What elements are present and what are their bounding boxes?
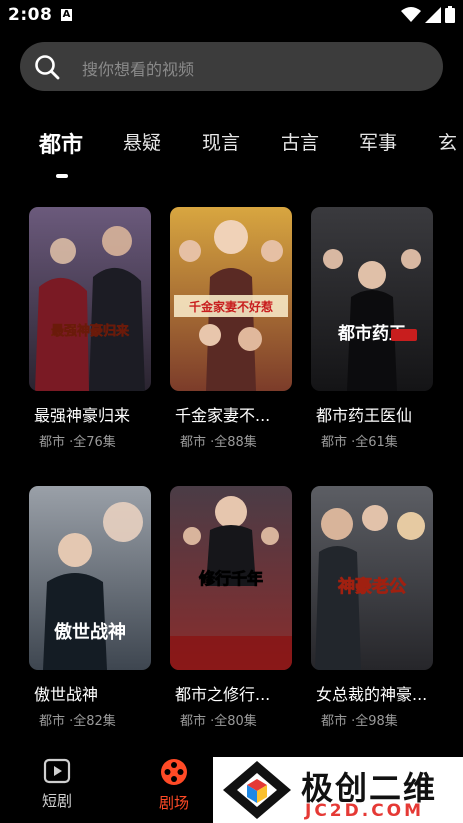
drama-poster[interactable]: 最强神豪归来: [29, 207, 151, 391]
drama-card[interactable]: 修行千年 都市之修行... 都市 ·全80集: [170, 486, 292, 729]
tab-junshi[interactable]: 军事: [359, 128, 397, 155]
play-square-icon: [43, 758, 71, 784]
drama-poster[interactable]: 千金家妻不好惹: [170, 207, 292, 391]
poster-title: 最强神豪归来: [51, 323, 130, 339]
drama-card[interactable]: 千金家妻不好惹 千金家妻不... 都市 ·全88集: [170, 207, 292, 450]
watermark-logo-icon: [223, 761, 291, 819]
search-placeholder: 搜你想看的视频: [82, 60, 195, 79]
drama-meta: 都市 ·全88集: [180, 435, 257, 450]
poster-title: 千金家妻不好惹: [189, 299, 273, 314]
poster-title: 傲世战神: [54, 621, 126, 643]
tab-xianyan[interactable]: 现言: [202, 128, 240, 155]
signal-icon: [425, 6, 441, 23]
watermark-url: JC2D.COM: [305, 801, 425, 821]
tab-xuanyi[interactable]: 悬疑: [123, 128, 161, 155]
drama-meta: 都市 ·全82集: [39, 714, 116, 729]
drama-meta: 都市 ·全98集: [321, 714, 398, 729]
drama-title[interactable]: 女总裁的神豪...: [316, 681, 427, 705]
drama-title[interactable]: 傲世战神: [34, 681, 98, 705]
drama-poster[interactable]: 神豪老公: [311, 486, 433, 670]
drama-poster[interactable]: 都市药王: [311, 207, 433, 391]
drama-title[interactable]: 都市之修行...: [175, 681, 270, 705]
poster-title: 修行千年: [198, 569, 263, 588]
category-tabs: 都市 悬疑 现言 古言 军事 玄: [0, 128, 463, 188]
tab-dushi[interactable]: 都市: [39, 128, 83, 159]
drama-card[interactable]: 神豪老公 女总裁的神豪... 都市 ·全98集: [311, 486, 433, 729]
status-icons: [401, 6, 455, 23]
search-icon: [35, 55, 60, 80]
drama-meta: 都市 ·全76集: [39, 435, 116, 450]
search-bar[interactable]: 搜你想看的视频: [20, 42, 443, 91]
tab-xuan[interactable]: 玄: [438, 128, 457, 155]
drama-title[interactable]: 最强神豪归来: [34, 402, 130, 426]
notification-a-icon: A: [61, 9, 72, 21]
drama-meta: 都市 ·全80集: [180, 714, 257, 729]
drama-card[interactable]: 傲世战神 傲世战神 都市 ·全82集: [29, 486, 151, 729]
wifi-icon: [401, 6, 421, 22]
drama-poster[interactable]: 傲世战神: [29, 486, 151, 670]
drama-title[interactable]: 都市药王医仙: [316, 402, 412, 426]
watermark: 极创二维 JC2D.COM: [213, 757, 463, 823]
nav-item-duanju[interactable]: 短剧: [27, 758, 87, 811]
poster-title: 神豪老公: [338, 576, 406, 597]
status-time: 2:08: [8, 5, 53, 25]
drama-card[interactable]: 最强神豪归来 最强神豪归来 都市 ·全76集: [29, 207, 151, 450]
drama-title[interactable]: 千金家妻不...: [175, 402, 270, 426]
active-tab-indicator: [56, 174, 68, 178]
drama-card[interactable]: 都市药王 都市药王医仙 都市 ·全61集: [311, 207, 433, 450]
tab-guyan[interactable]: 古言: [281, 128, 319, 155]
film-reel-icon: [161, 759, 187, 785]
drama-meta: 都市 ·全61集: [321, 435, 398, 450]
drama-poster[interactable]: 修行千年: [170, 486, 292, 670]
nav-label-duanju: 短剧: [41, 792, 72, 810]
nav-label-juchang: 剧场: [158, 794, 189, 812]
status-bar: 2:08 A: [0, 0, 463, 32]
battery-icon: [445, 6, 455, 23]
nav-item-juchang[interactable]: 剧场: [144, 758, 204, 813]
